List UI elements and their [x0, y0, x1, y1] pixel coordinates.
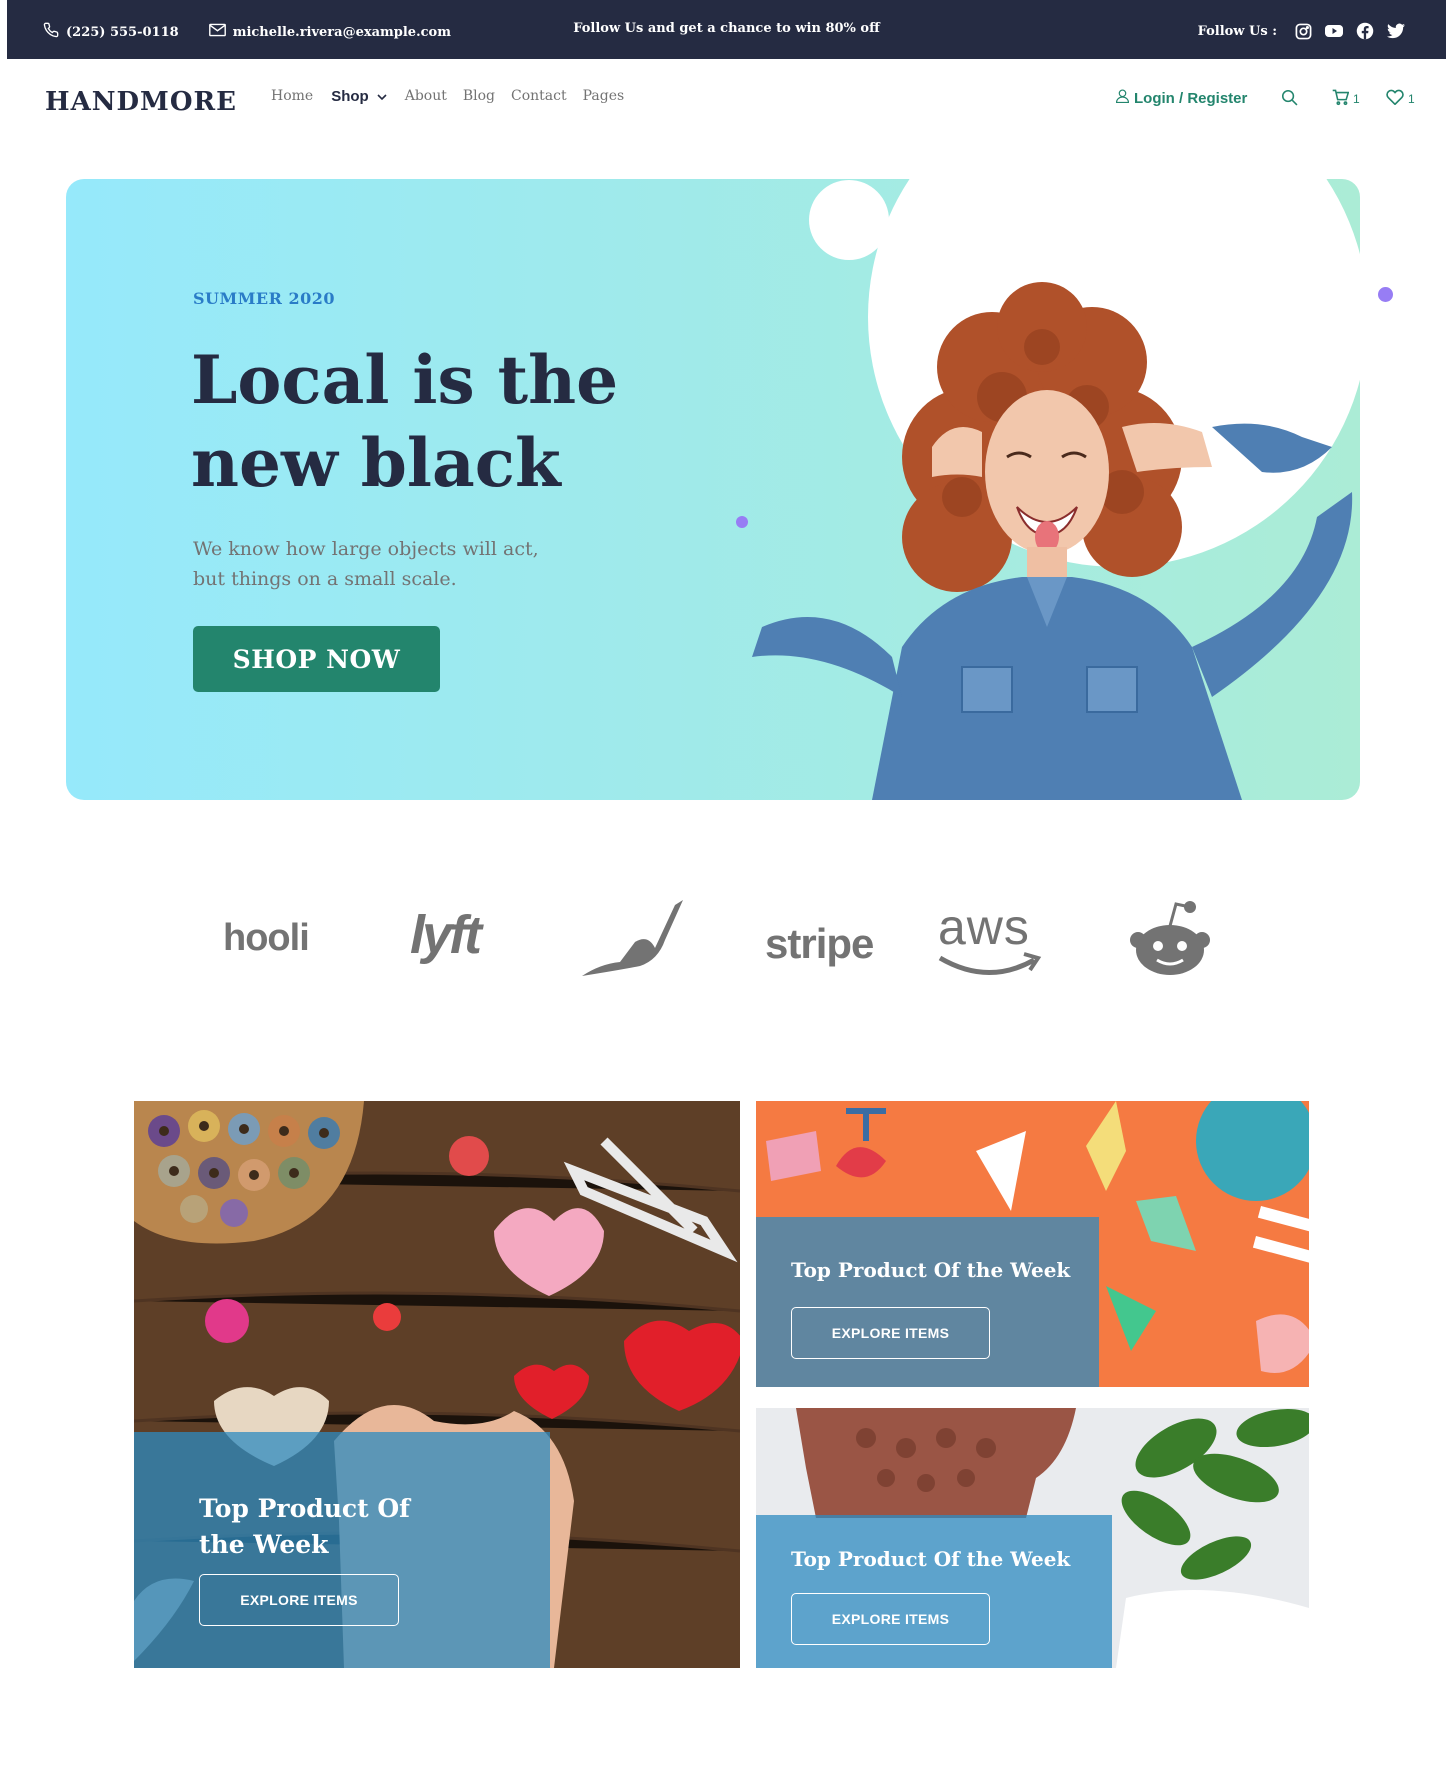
- chevron-down-icon: [377, 88, 387, 105]
- hero-subtitle-line: We know how large objects will act,: [193, 538, 539, 560]
- amazon-smile-icon: [938, 952, 1042, 975]
- cart-count: 1: [1353, 92, 1360, 106]
- card-overlay: [756, 1515, 1112, 1668]
- hero-title-line: Local is the: [191, 341, 619, 419]
- reddit-icon: [1130, 901, 1210, 975]
- card-title-line: the Week: [199, 1530, 329, 1559]
- hero-model-image: [752, 282, 1353, 800]
- nav-menu: Home Shop About Blog Contact Pages: [271, 88, 624, 105]
- hero-title: Local is the new black: [191, 339, 651, 505]
- social-follow: Follow Us :: [1198, 21, 1406, 41]
- wishlist-count: 1: [1408, 91, 1415, 106]
- product-card-bottom-right[interactable]: Top Product Of the Week EXPLORE ITEMS: [756, 1408, 1309, 1668]
- explore-items-button[interactable]: EXPLORE ITEMS: [199, 1574, 399, 1626]
- decor-dot: [736, 516, 748, 528]
- explore-items-button[interactable]: EXPLORE ITEMS: [791, 1593, 990, 1645]
- main-nav: HANDMORE Home Shop About Blog Contact Pa…: [0, 59, 1446, 142]
- login-label: Login / Register: [1134, 89, 1248, 107]
- hero-title-line: new black: [191, 424, 561, 502]
- decor-dot: [1378, 287, 1393, 302]
- nav-shop[interactable]: Shop: [331, 88, 387, 105]
- login-register-link[interactable]: Login / Register: [1115, 89, 1248, 107]
- instagram-icon[interactable]: [1293, 21, 1313, 41]
- card-overlay: [756, 1217, 1099, 1387]
- facebook-icon[interactable]: [1355, 21, 1375, 41]
- youtube-icon[interactable]: [1324, 21, 1344, 41]
- nav-about[interactable]: About: [405, 88, 447, 105]
- card-title-line: Top Product Of: [199, 1494, 410, 1523]
- brand-aws: aws: [938, 899, 1030, 955]
- shop-now-button[interactable]: SHOP NOW: [193, 626, 440, 692]
- brand-lyft: lyft: [410, 905, 482, 965]
- explore-items-button[interactable]: EXPLORE ITEMS: [791, 1307, 990, 1359]
- user-icon: [1115, 89, 1130, 107]
- brand-logo[interactable]: HANDMORE: [45, 87, 237, 117]
- wishlist-button[interactable]: 1: [1386, 89, 1415, 108]
- card-title: Top Product Of the Week: [199, 1491, 410, 1563]
- top-bar: (225) 555-0118 michelle.rivera@example.c…: [7, 0, 1446, 59]
- hero-season: SUMMER 2020: [193, 289, 336, 308]
- heart-icon: [1386, 89, 1404, 108]
- hero-decor-circle-small: [809, 180, 889, 260]
- nav-home[interactable]: Home: [271, 88, 313, 105]
- product-card-top-right[interactable]: Top Product Of the Week EXPLORE ITEMS: [756, 1101, 1309, 1387]
- brand-stripe: stripe: [765, 920, 874, 967]
- cart-icon: [1332, 89, 1350, 109]
- hero-subtitle: We know how large objects will act, but …: [193, 534, 613, 594]
- hero-banner: SUMMER 2020 Local is the new black We kn…: [66, 179, 1360, 800]
- robinhood-icon: [582, 900, 683, 976]
- search-icon[interactable]: [1281, 89, 1298, 106]
- brand-logos: hooli lyft stripe aws: [220, 899, 1230, 990]
- nav-contact[interactable]: Contact: [511, 88, 567, 105]
- twitter-icon[interactable]: [1386, 21, 1406, 41]
- card-title: Top Product Of the Week: [791, 1258, 1071, 1282]
- product-card-large[interactable]: Top Product Of the Week EXPLORE ITEMS: [134, 1101, 740, 1668]
- nav-blog[interactable]: Blog: [463, 88, 495, 105]
- nav-pages[interactable]: Pages: [583, 88, 625, 105]
- hero-subtitle-line: but things on a small scale.: [193, 568, 457, 590]
- card-title: Top Product Of the Week: [791, 1547, 1071, 1571]
- decor-dot-white: [1364, 418, 1394, 448]
- brand-hooli: hooli: [223, 917, 310, 959]
- follow-label: Follow Us :: [1197, 23, 1277, 39]
- cart-button[interactable]: 1: [1332, 89, 1360, 109]
- nav-shop-label: Shop: [331, 88, 369, 105]
